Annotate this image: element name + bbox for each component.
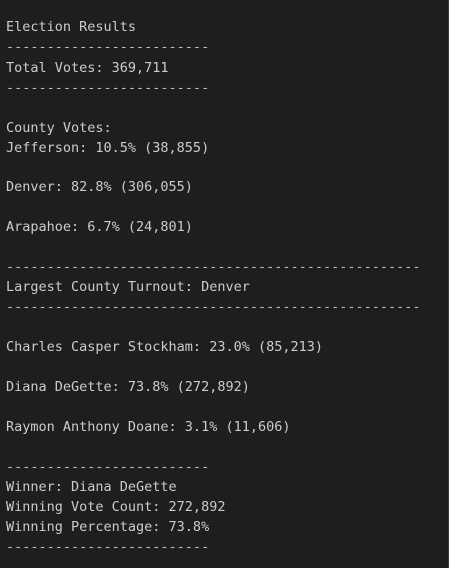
- winning-vote-count: Winning Vote Count: 272,892: [6, 499, 226, 515]
- candidate-result-degette: Diana DeGette: 73.8% (272,892): [6, 379, 250, 395]
- separator: ----------------------------------------…: [6, 299, 421, 315]
- county-result-denver: Denver: 82.8% (306,055): [6, 179, 193, 195]
- terminal-output: Election Results -----------------------…: [0, 0, 449, 568]
- candidate-result-doane: Raymon Anthony Doane: 3.1% (11,606): [6, 419, 291, 435]
- county-votes-header: County Votes:: [6, 120, 112, 136]
- separator: -------------------------: [6, 39, 210, 55]
- separator: -------------------------: [6, 80, 210, 96]
- total-votes: Total Votes: 369,711: [6, 60, 169, 76]
- winner-name: Winner: Diana DeGette: [6, 479, 177, 495]
- candidate-result-stockham: Charles Casper Stockham: 23.0% (85,213): [6, 339, 323, 355]
- separator: ----------------------------------------…: [6, 259, 421, 275]
- county-result-jefferson: Jefferson: 10.5% (38,855): [6, 140, 210, 156]
- winning-percentage: Winning Percentage: 73.8%: [6, 519, 210, 535]
- largest-county-turnout: Largest County Turnout: Denver: [6, 279, 250, 295]
- separator: -------------------------: [6, 539, 210, 555]
- county-result-arapahoe: Arapahoe: 6.7% (24,801): [6, 219, 193, 235]
- separator: -------------------------: [6, 459, 210, 475]
- election-results-title: Election Results: [6, 19, 137, 35]
